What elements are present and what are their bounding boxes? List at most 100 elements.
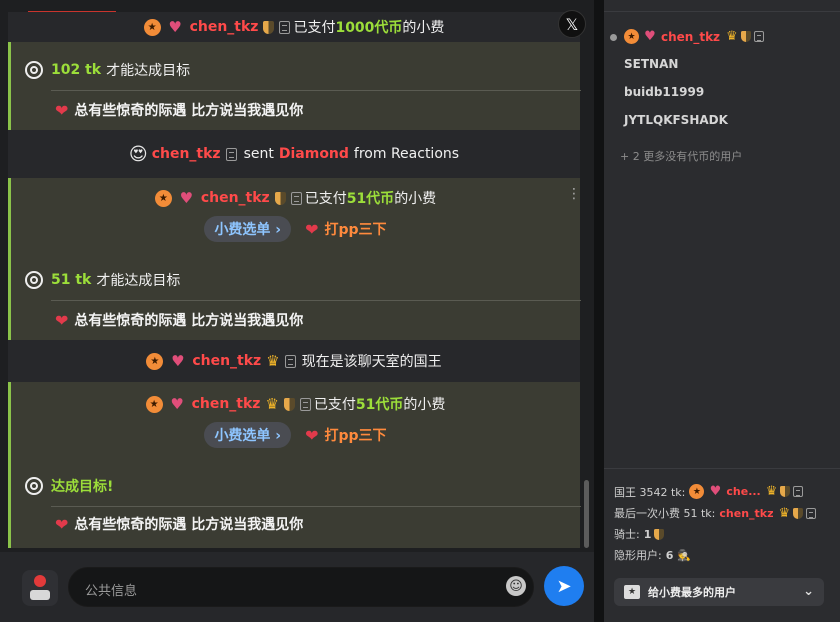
more-users-link[interactable]: + 2 更多没有代币的用户 <box>620 148 742 164</box>
tip-menu-button[interactable]: 小费选单 › <box>204 422 292 448</box>
last-tip-label: 最后一次小费 51 tk: <box>614 507 716 520</box>
tip-amount: 51代币 <box>346 191 395 207</box>
king-text: 现在是该聊天室的国王 <box>301 354 442 370</box>
goal-line: 达成目标! <box>25 476 113 496</box>
user-sidebar: ★ ♥ chen_tkz ♛ SETNAN buidb11999 JYTLQKF… <box>604 0 840 622</box>
close-x-icon[interactable]: 𝕏 <box>558 10 586 38</box>
star-badge-icon: ★ <box>689 484 705 499</box>
user-list-item[interactable]: SETNAN <box>624 57 678 71</box>
emoji-icon[interactable]: ☺ <box>506 576 526 596</box>
top-tippers-dropdown[interactable]: ★ 给小费最多的用户 ⌄ <box>614 578 824 606</box>
tip-menu-line: 小费选单 › ❤ 打pp三下 <box>11 216 580 242</box>
more-options-icon[interactable]: ⋮ <box>567 186 581 202</box>
target-icon <box>25 477 43 495</box>
knights-count: 1 <box>643 527 652 541</box>
goal-remaining: 102 tk <box>51 62 102 78</box>
star-badge-icon: ★ <box>143 18 161 36</box>
hidden-label: 隐形用户: <box>614 549 662 562</box>
chat-panel: ★ ♥ chen_tkz 已支付 1000代币 的小费 𝕏 102 tk 才能达… <box>0 0 594 622</box>
username[interactable]: chen_tkz <box>152 146 221 162</box>
star-badge-icon: ★ <box>145 395 163 413</box>
chat-feed[interactable]: ★ ♥ chen_tkz 已支付 1000代币 的小费 𝕏 102 tk 才能达… <box>8 0 594 548</box>
shield-icon <box>780 486 791 497</box>
doc-icon <box>284 354 296 368</box>
shield-icon <box>740 31 751 42</box>
doc-icon <box>290 191 302 205</box>
tip-amount: 1000代币 <box>335 20 403 36</box>
panel-divider <box>594 0 604 622</box>
online-dot-icon <box>610 34 617 41</box>
app-root: ★ ♥ chen_tkz 已支付 1000代币 的小费 𝕏 102 tk 才能达… <box>0 0 840 622</box>
joystick-icon[interactable] <box>22 570 58 606</box>
username[interactable]: chen_tkz <box>192 396 261 412</box>
tip-text: 已支付 <box>293 20 336 36</box>
crown-icon: ♛ <box>265 394 279 413</box>
hidden-users-stat: 隐形用户: 6 🕵 <box>614 547 691 563</box>
scrollbar[interactable] <box>584 480 589 548</box>
tip-menu-item: 打pp三下 <box>324 222 387 238</box>
tip-menu-line: 小费选单 › ❤ 打pp三下 <box>11 422 580 448</box>
shield-icon <box>654 528 665 540</box>
doc-icon <box>299 397 311 411</box>
username[interactable]: chen_tkz <box>192 353 261 369</box>
king-message: ★ ♥ chen_tkz ♛ 现在是该聊天室的国王 <box>8 340 580 382</box>
knights-label: 骑士: <box>614 528 640 541</box>
crown-icon: ♛ <box>726 29 738 44</box>
last-tip-username[interactable]: chen_tkz <box>719 507 773 520</box>
diamond-heart-icon: ♥ <box>644 29 656 44</box>
incognito-icon: 🕵 <box>677 548 692 562</box>
chat-input[interactable]: 公共信息 <box>68 567 534 607</box>
heart-icon: ❤ <box>55 310 69 330</box>
user-list-item[interactable]: buidb11999 <box>624 85 704 99</box>
goal-wish: ❤ 总有些惊奇的际遇 比方说当我遇见你 <box>55 100 303 120</box>
goal-remaining: 51 tk <box>51 272 92 288</box>
divider <box>51 300 581 301</box>
star-badge-icon: ★ <box>146 352 164 370</box>
diamond-heart-icon: ♥ <box>171 352 185 370</box>
diamond-heart-icon: ♥ <box>168 18 182 36</box>
tip-message: ★ ♥ chen_tkz ♛ 已支付 51代币 的小费 小费选单 › ❤ 打pp… <box>8 382 580 460</box>
last-tip-stat: 最后一次小费 51 tk: chen_tkz ♛ <box>614 505 819 521</box>
tip-message: ★ ♥ chen_tkz 已支付 1000代币 的小费 <box>8 12 580 42</box>
heart-icon: ❤ <box>55 514 69 534</box>
hearts-icon: ❤ <box>305 219 319 239</box>
diamond-heart-icon: ♥ <box>170 395 184 413</box>
shield-icon <box>793 507 804 519</box>
reaction-suffix: from Reactions <box>353 146 460 162</box>
tip-text-suffix: 的小费 <box>394 191 437 207</box>
username[interactable]: chen_tkz <box>190 19 259 35</box>
goal-reached: 达成目标! <box>51 479 114 495</box>
chevron-down-icon: ⌄ <box>803 584 814 599</box>
king-username[interactable]: che... <box>726 485 760 498</box>
username[interactable]: chen_tkz <box>661 30 720 44</box>
diamond-heart-icon: ♥ <box>709 484 722 499</box>
doc-icon <box>225 147 237 161</box>
goal-line: 102 tk 才能达成目标 <box>25 60 190 80</box>
goal-line: 51 tk 才能达成目标 <box>25 270 180 290</box>
doc-icon <box>793 486 804 497</box>
doc-icon <box>806 507 817 519</box>
goal-message: 102 tk 才能达成目标 ❤ 总有些惊奇的际遇 比方说当我遇见你 <box>8 42 581 130</box>
crown-icon: ♛ <box>778 505 791 521</box>
tip-menu-button[interactable]: 小费选单 › <box>204 216 292 242</box>
user-list-item[interactable]: JYTLQKFSHADK <box>624 113 728 127</box>
target-icon <box>25 61 43 79</box>
divider <box>51 506 581 507</box>
tip-text: 已支付 <box>304 191 347 207</box>
tip-line: ★ ♥ chen_tkz 已支付 51代币 的小费 <box>11 188 580 208</box>
tip-menu-item: 打pp三下 <box>324 428 387 444</box>
user-list-item[interactable]: ★ ♥ chen_tkz ♛ <box>624 28 767 45</box>
king-stat: 国王 3542 tk: ★ ♥ che... ♛ <box>614 483 806 500</box>
tip-amount: 51代币 <box>355 397 404 413</box>
reaction-text: sent <box>243 146 274 162</box>
knights-stat: 骑士: 1 <box>614 526 667 542</box>
divider <box>51 90 581 91</box>
sidebar-header <box>604 0 840 12</box>
shield-icon <box>263 20 275 34</box>
goal-wish: ❤ 总有些惊奇的际遇 比方说当我遇见你 <box>55 514 303 534</box>
tip-text-suffix: 的小费 <box>402 20 445 36</box>
username[interactable]: chen_tkz <box>201 190 270 206</box>
trophy-icon: ★ <box>624 585 640 599</box>
send-button[interactable]: ➤ <box>544 566 584 606</box>
diamond-heart-icon: ♥ <box>179 189 194 207</box>
